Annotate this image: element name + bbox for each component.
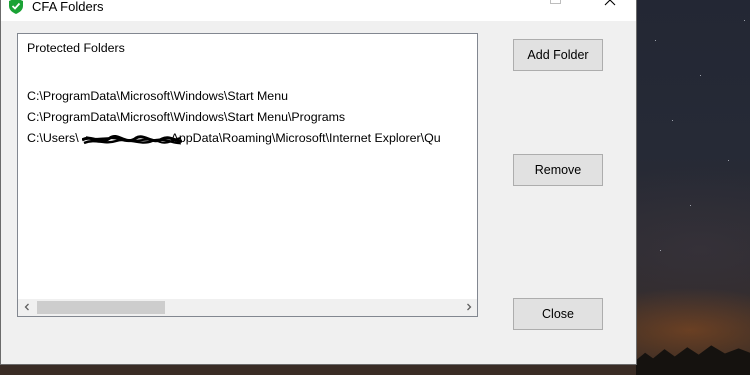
list-header: Protected Folders: [27, 41, 125, 55]
add-folder-button[interactable]: Add Folder: [513, 39, 603, 71]
remove-button[interactable]: Remove: [513, 154, 603, 186]
list-item[interactable]: C:\ProgramData\Microsoft\Windows\Start M…: [27, 89, 288, 103]
window-title: CFA Folders: [32, 0, 104, 14]
list-item[interactable]: C:\ProgramData\Microsoft\Windows\Start M…: [27, 110, 345, 124]
maximize-button[interactable]: [532, 0, 578, 17]
minimize-button[interactable]: [473, 0, 519, 17]
list-item-path-end: AppData\Roaming\Microsoft\Internet Explo…: [170, 131, 441, 145]
star: [660, 250, 661, 251]
scroll-left-button[interactable]: [18, 299, 35, 316]
scrollbar-thumb[interactable]: [37, 301, 165, 314]
horizontal-scrollbar[interactable]: [18, 299, 477, 316]
close-icon: [604, 0, 616, 5]
mountain-silhouette: [636, 345, 750, 375]
scroll-right-button[interactable]: [460, 299, 477, 316]
close-window-button[interactable]: [587, 0, 633, 17]
star: [728, 160, 729, 161]
star: [700, 75, 701, 76]
star: [655, 40, 656, 41]
title-bar[interactable]: CFA Folders: [1, 0, 636, 21]
star: [744, 20, 745, 21]
list-item-path-start: C:\Users\: [27, 131, 79, 145]
star: [690, 205, 691, 206]
close-button[interactable]: Close: [513, 298, 603, 330]
protected-folders-list[interactable]: Protected Folders C:\ProgramData\Microso…: [17, 33, 478, 317]
chevron-right-icon: [466, 303, 471, 310]
redaction-scribble: [82, 135, 182, 145]
cfa-folders-window: CFA Folders Protected Folders C:\Program…: [0, 0, 637, 365]
chevron-left-icon: [24, 303, 29, 310]
maximize-icon: [549, 0, 561, 4]
shield-check-icon: [9, 0, 23, 14]
star: [672, 120, 673, 121]
